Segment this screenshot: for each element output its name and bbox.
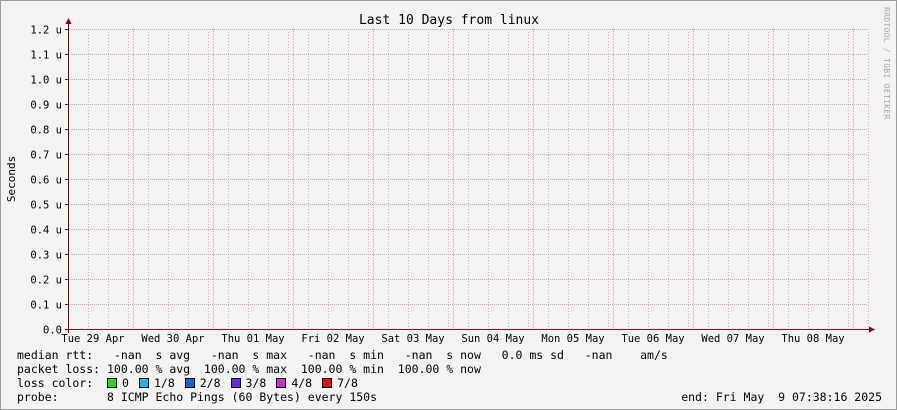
loss-color-item-label: 3/8 — [245, 376, 267, 390]
x-tick-label: Wed 07 May — [701, 333, 764, 345]
y-tick-label: 0.8 u — [30, 125, 62, 137]
y-tick-label: 0.3 u — [30, 250, 62, 262]
y-tick-label: 0.0 — [43, 325, 62, 337]
loss-color-item: 0 — [107, 376, 129, 390]
y-tick-label: 0.6 u — [30, 175, 62, 187]
loss-color-item-label: 4/8 — [291, 376, 313, 390]
grid-layer — [68, 29, 869, 329]
loss-color-swatch — [107, 378, 118, 388]
end-timestamp: end: Fri May 9 07:38:16 2025 — [681, 390, 882, 404]
loss-color-item-label: 0 — [122, 376, 129, 390]
loss-color-swatch — [184, 378, 195, 388]
loss-color-item: 4/8 — [276, 376, 312, 390]
loss-color-swatch — [230, 378, 241, 388]
y-tick-label: 0.5 u — [30, 200, 62, 212]
loss-color-swatch — [322, 378, 333, 388]
y-tick-label: 1.2 u — [30, 25, 62, 37]
y-tick-label: 0.4 u — [30, 225, 62, 237]
y-axis-label: Seconds — [5, 156, 18, 202]
y-tick-label: 0.9 u — [30, 100, 62, 112]
x-tick-labels: Tue 29 Apr Wed 30 Apr Thu 01 May Fri 02 May… — [61, 333, 844, 345]
loss-color-item: 7/8 — [322, 376, 358, 390]
loss-color-item-label: 1/8 — [153, 376, 175, 390]
x-tick-label: Mon 05 May — [541, 333, 604, 345]
x-tick-label: Tue 29 Apr — [61, 333, 124, 345]
x-tick-label: Wed 30 Apr — [141, 333, 204, 345]
x-tick-label: Sat 03 May — [381, 333, 444, 345]
loss-color-item: 2/8 — [184, 376, 221, 390]
x-tick-label: Sun 04 May — [461, 333, 524, 345]
y-tick-label: 0.7 u — [30, 150, 62, 162]
y-tick-label: 0.1 u — [30, 300, 62, 312]
loss-color-item-label: 2/8 — [199, 376, 221, 390]
y-axis-arrow — [65, 18, 72, 24]
x-tick-label: Thu 01 May — [221, 333, 284, 345]
loss-color-item: 3/8 — [230, 376, 267, 390]
x-tick-label: Fri 02 May — [301, 333, 364, 345]
loss-color-item-label: 7/8 — [337, 376, 358, 390]
loss-color-swatch — [138, 378, 149, 388]
probe-line: probe: 8 ICMP Echo Pings (60 Bytes) ever… — [17, 390, 378, 404]
axes — [65, 18, 875, 333]
smokeping-graph: Last 10 Days from linux Seconds 0.0 0.1 u… — [0, 0, 897, 410]
y-tick-label: 0.2 u — [30, 275, 62, 287]
loss-color-legend: loss color: 0 1/8 2/8 3/8 4/8 7/8 — [17, 376, 368, 390]
loss-color-swatch — [276, 378, 287, 388]
y-tick-label: 1.0 u — [30, 75, 62, 87]
y-tick-labels: 0.0 0.1 u 0.2 u 0.3 u 0.4 u 0.5 u 0.6 u 0.7 u 0.… — [30, 25, 62, 337]
x-axis-arrow — [869, 326, 875, 333]
x-tick-label: Tue 06 May — [621, 333, 684, 345]
loss-color-item: 1/8 — [138, 376, 175, 390]
chart-title: Last 10 Days from linux — [359, 13, 539, 28]
y-tick-label: 1.1 u — [30, 50, 62, 62]
packet-loss-line: packet loss: 100.00 % avg 100.00 % max 1… — [17, 362, 481, 376]
loss-color-label: loss color: — [17, 376, 94, 390]
rrdtool-watermark: RRDTOOL / TOBI OETIKER — [882, 7, 891, 120]
x-tick-label: Thu 08 May — [781, 333, 844, 345]
median-rtt-line: median rtt: -nan s avg -nan s max -nan s… — [17, 348, 668, 362]
